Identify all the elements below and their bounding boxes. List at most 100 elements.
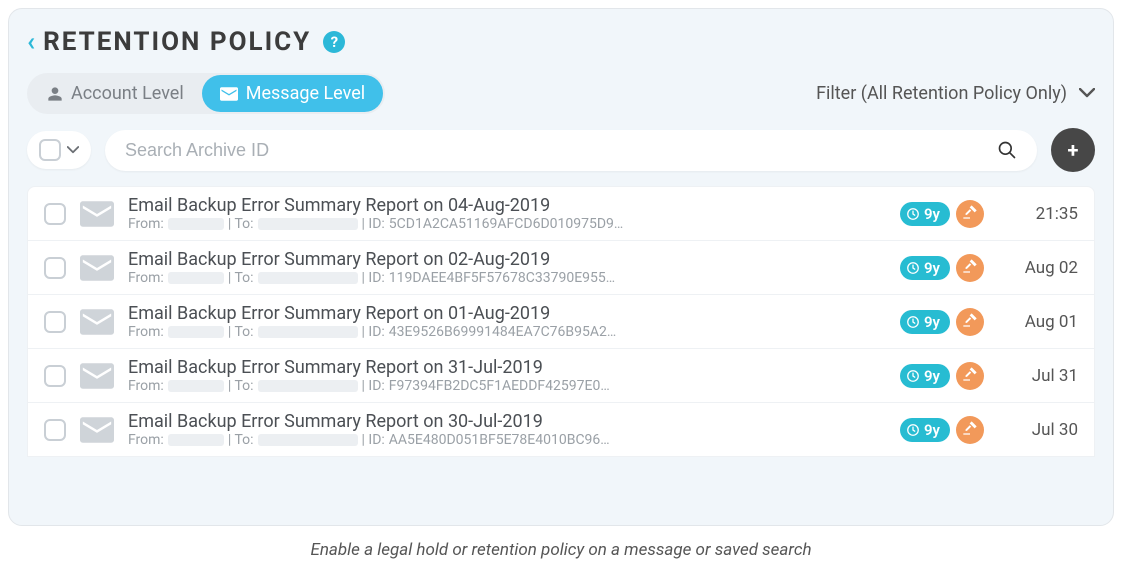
- legal-hold-badge[interactable]: [956, 200, 984, 228]
- retention-badge[interactable]: 9y: [900, 364, 950, 388]
- row-id: 43E9526B69991484EA7C76B95A2…: [389, 324, 616, 340]
- table-row[interactable]: Email Backup Error Summary Report on 01-…: [28, 295, 1094, 349]
- retention-badge[interactable]: 9y: [900, 256, 950, 280]
- row-date: 21:35: [998, 204, 1078, 224]
- gavel-icon: [962, 312, 978, 332]
- page-title: Retention Policy: [43, 27, 311, 57]
- clock-icon: [906, 315, 920, 329]
- clock-icon: [906, 207, 920, 221]
- row-id: 119DAEE4BF5F57678C33790E955…: [389, 270, 615, 286]
- row-badges: 9y: [900, 254, 984, 282]
- row-date: Aug 02: [998, 258, 1078, 278]
- retention-text: 9y: [924, 367, 940, 385]
- redacted-to: [258, 326, 358, 338]
- to-label: | To:: [228, 270, 254, 286]
- from-label: From:: [128, 432, 164, 448]
- row-title: Email Backup Error Summary Report on 31-…: [128, 357, 886, 378]
- tab-message-level[interactable]: Message Level: [202, 75, 383, 112]
- retention-badge[interactable]: 9y: [900, 310, 950, 334]
- chevron-down-icon[interactable]: [67, 143, 79, 157]
- back-chevron-icon[interactable]: ‹: [27, 29, 35, 55]
- table-row[interactable]: Email Backup Error Summary Report on 30-…: [28, 403, 1094, 456]
- legal-hold-badge[interactable]: [956, 416, 984, 444]
- row-title: Email Backup Error Summary Report on 04-…: [128, 195, 886, 216]
- redacted-from: [168, 434, 224, 446]
- select-all-checkbox[interactable]: [39, 139, 61, 161]
- envelope-icon: [80, 363, 114, 389]
- row-checkbox[interactable]: [44, 203, 66, 225]
- tabs-row: Account Level Message Level Filter (All …: [27, 73, 1095, 114]
- from-label: From:: [128, 378, 164, 394]
- filter-label: Filter (All Retention Policy Only): [816, 83, 1067, 104]
- row-date: Aug 01: [998, 312, 1078, 332]
- row-main: Email Backup Error Summary Report on 30-…: [128, 411, 886, 448]
- redacted-from: [168, 380, 224, 392]
- legal-hold-badge[interactable]: [956, 254, 984, 282]
- row-meta: From: | To: | ID: 43E9526B69991484EA7C76…: [128, 324, 886, 340]
- row-meta: From: | To: | ID: 5CD1A2CA51169AFCD6D010…: [128, 216, 886, 232]
- to-label: | To:: [228, 324, 254, 340]
- from-label: From:: [128, 324, 164, 340]
- id-label: | ID:: [362, 270, 385, 286]
- row-meta: From: | To: | ID: AA5E480D051BF5E78E4010…: [128, 432, 886, 448]
- to-label: | To:: [228, 216, 254, 232]
- search-row: +: [27, 128, 1095, 172]
- from-label: From:: [128, 270, 164, 286]
- retention-text: 9y: [924, 259, 940, 277]
- tab-account-label: Account Level: [71, 83, 184, 104]
- id-label: | ID:: [362, 216, 385, 232]
- row-checkbox[interactable]: [44, 365, 66, 387]
- row-badges: 9y: [900, 416, 984, 444]
- help-icon[interactable]: ?: [323, 31, 345, 53]
- legal-hold-badge[interactable]: [956, 362, 984, 390]
- filter-dropdown[interactable]: Filter (All Retention Policy Only): [816, 83, 1095, 104]
- envelope-icon: [80, 255, 114, 281]
- id-label: | ID:: [362, 378, 385, 394]
- gavel-icon: [962, 366, 978, 386]
- row-id: F97394FB2DC5F1AEDDF42597E0…: [389, 378, 610, 394]
- search-input[interactable]: [125, 140, 997, 161]
- retention-badge[interactable]: 9y: [900, 202, 950, 226]
- row-checkbox[interactable]: [44, 419, 66, 441]
- gavel-icon: [962, 258, 978, 278]
- row-title: Email Backup Error Summary Report on 01-…: [128, 303, 886, 324]
- table-row[interactable]: Email Backup Error Summary Report on 04-…: [28, 187, 1094, 241]
- retention-text: 9y: [924, 205, 940, 223]
- main-panel: ‹ Retention Policy ? Account Level Messa…: [8, 8, 1114, 526]
- to-label: | To:: [228, 378, 254, 394]
- tab-account-level[interactable]: Account Level: [29, 75, 202, 112]
- clock-icon: [906, 423, 920, 437]
- gavel-icon: [962, 204, 978, 224]
- envelope-icon: [80, 309, 114, 335]
- envelope-icon: [220, 87, 238, 101]
- redacted-to: [258, 380, 358, 392]
- id-label: | ID:: [362, 432, 385, 448]
- message-list: Email Backup Error Summary Report on 04-…: [27, 186, 1095, 457]
- add-button[interactable]: +: [1051, 128, 1095, 172]
- row-date: Jul 30: [998, 420, 1078, 440]
- plus-icon: +: [1068, 138, 1079, 162]
- row-badges: 9y: [900, 362, 984, 390]
- search-icon[interactable]: [997, 140, 1017, 160]
- tab-message-label: Message Level: [246, 83, 365, 104]
- header: ‹ Retention Policy ?: [27, 27, 1095, 57]
- envelope-icon: [80, 417, 114, 443]
- table-row[interactable]: Email Backup Error Summary Report on 31-…: [28, 349, 1094, 403]
- row-checkbox[interactable]: [44, 311, 66, 333]
- row-id: 5CD1A2CA51169AFCD6D010975D9…: [389, 216, 623, 232]
- retention-text: 9y: [924, 313, 940, 331]
- row-meta: From: | To: | ID: F97394FB2DC5F1AEDDF425…: [128, 378, 886, 394]
- clock-icon: [906, 369, 920, 383]
- gavel-icon: [962, 420, 978, 440]
- row-checkbox[interactable]: [44, 257, 66, 279]
- select-all-control[interactable]: [27, 131, 91, 169]
- retention-badge[interactable]: 9y: [900, 418, 950, 442]
- row-badges: 9y: [900, 200, 984, 228]
- row-meta: From: | To: | ID: 119DAEE4BF5F57678C3379…: [128, 270, 886, 286]
- level-tab-group: Account Level Message Level: [27, 73, 385, 114]
- row-main: Email Backup Error Summary Report on 04-…: [128, 195, 886, 232]
- row-badges: 9y: [900, 308, 984, 336]
- redacted-to: [258, 272, 358, 284]
- legal-hold-badge[interactable]: [956, 308, 984, 336]
- table-row[interactable]: Email Backup Error Summary Report on 02-…: [28, 241, 1094, 295]
